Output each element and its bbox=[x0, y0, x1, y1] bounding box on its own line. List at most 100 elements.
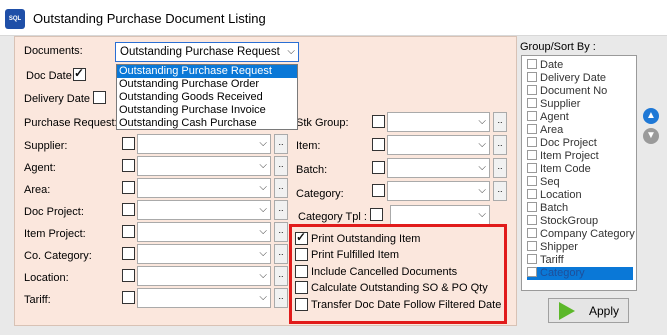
stk-group-label: Stk Group: bbox=[296, 117, 349, 129]
co-category-select[interactable]: ⌵ bbox=[137, 244, 271, 264]
list-item[interactable]: Batch bbox=[527, 202, 568, 215]
batch-checkbox[interactable] bbox=[372, 161, 385, 174]
area-browse-button[interactable]: .. bbox=[274, 178, 288, 198]
list-item[interactable]: Agent bbox=[527, 111, 569, 124]
apply-label: Apply bbox=[589, 304, 620, 318]
group-sort-list[interactable]: Date Delivery Date Document No Supplier … bbox=[521, 55, 637, 291]
location-checkbox[interactable] bbox=[122, 269, 135, 282]
delivery-date-checkbox[interactable] bbox=[93, 91, 106, 104]
highlight-box bbox=[289, 224, 507, 324]
area-checkbox[interactable] bbox=[122, 181, 135, 194]
chevron-down-icon[interactable]: ⌵ bbox=[259, 292, 267, 303]
chevron-down-icon[interactable]: ⌵ bbox=[478, 185, 486, 196]
chevron-down-icon[interactable]: ⌵ bbox=[259, 138, 267, 149]
doc-project-select[interactable]: ⌵ bbox=[137, 200, 271, 220]
chevron-down-icon[interactable]: ⌵ bbox=[259, 160, 267, 171]
agent-select[interactable]: ⌵ bbox=[137, 156, 271, 176]
category-tpl-checkbox[interactable] bbox=[370, 208, 383, 221]
stk-group-select[interactable]: ⌵ bbox=[387, 112, 490, 132]
chevron-down-icon[interactable]: ⌵ bbox=[478, 162, 486, 173]
category-tpl-select[interactable]: ⌵ bbox=[390, 205, 490, 225]
list-item[interactable]: Doc Project bbox=[527, 137, 597, 150]
co-category-checkbox[interactable] bbox=[122, 247, 135, 260]
location-browse-button[interactable]: .. bbox=[274, 266, 288, 286]
chevron-down-icon[interactable]: ⌵ bbox=[478, 139, 486, 150]
documents-dropdown: Outstanding Purchase Request Outstanding… bbox=[116, 64, 298, 130]
item-checkbox[interactable] bbox=[372, 138, 385, 151]
tariff-browse-button[interactable]: .. bbox=[274, 288, 288, 308]
list-item[interactable]: Shipper bbox=[527, 241, 578, 254]
list-item[interactable]: StockGroup bbox=[527, 215, 598, 228]
stk-group-checkbox[interactable] bbox=[372, 115, 385, 128]
delivery-date-label: Delivery Date bbox=[24, 93, 91, 105]
tariff-select[interactable]: ⌵ bbox=[137, 288, 271, 308]
agent-browse-button[interactable]: .. bbox=[274, 156, 288, 176]
list-item[interactable]: Category bbox=[527, 267, 633, 280]
list-item[interactable]: Company Category bbox=[527, 228, 635, 241]
move-up-icon[interactable]: ▲ bbox=[643, 108, 659, 124]
dropdown-option[interactable]: Outstanding Purchase Order bbox=[117, 78, 297, 91]
co-category-browse-button[interactable]: .. bbox=[274, 244, 288, 264]
list-item[interactable]: Document No bbox=[527, 85, 607, 98]
chevron-down-icon[interactable]: ⌵ bbox=[259, 226, 267, 237]
move-down-icon[interactable]: ▼ bbox=[643, 128, 659, 144]
location-select[interactable]: ⌵ bbox=[137, 266, 271, 286]
supplier-browse-button[interactable]: .. bbox=[274, 134, 288, 154]
documents-value: Outstanding Purchase Request bbox=[120, 46, 280, 58]
chevron-down-icon[interactable]: ⌵ bbox=[478, 116, 486, 127]
chevron-down-icon[interactable]: ⌵ bbox=[287, 46, 295, 57]
supplier-checkbox[interactable] bbox=[122, 137, 135, 150]
item-browse-button[interactable]: .. bbox=[493, 135, 507, 155]
chevron-down-icon[interactable]: ⌵ bbox=[259, 248, 267, 259]
tariff-checkbox[interactable] bbox=[122, 291, 135, 304]
location-label: Location: bbox=[24, 272, 69, 284]
item-label: Item: bbox=[296, 140, 321, 152]
apply-button[interactable]: Apply bbox=[548, 298, 629, 323]
chevron-down-icon[interactable]: ⌵ bbox=[259, 204, 267, 215]
area-label: Area: bbox=[24, 184, 51, 196]
item-select[interactable]: ⌵ bbox=[387, 135, 490, 155]
category-tpl-label: Category Tpl : bbox=[298, 211, 367, 223]
list-item[interactable]: Item Code bbox=[527, 163, 591, 176]
dropdown-option[interactable]: Outstanding Purchase Invoice bbox=[117, 104, 297, 117]
dropdown-option[interactable]: Outstanding Goods Received bbox=[117, 91, 297, 104]
item-project-browse-button[interactable]: .. bbox=[274, 222, 288, 242]
dropdown-option[interactable]: Outstanding Cash Purchase bbox=[117, 117, 297, 130]
chevron-down-icon[interactable]: ⌵ bbox=[259, 182, 267, 193]
category-browse-button[interactable]: .. bbox=[493, 181, 507, 201]
list-item[interactable]: Tariff bbox=[527, 254, 564, 267]
purchase-request-label: Purchase Request: bbox=[24, 117, 118, 129]
item-project-select[interactable]: ⌵ bbox=[137, 222, 271, 242]
batch-select[interactable]: ⌵ bbox=[387, 158, 490, 178]
list-item[interactable]: Supplier bbox=[527, 98, 580, 111]
area-select[interactable]: ⌵ bbox=[137, 178, 271, 198]
tariff-label: Tariff: bbox=[24, 294, 51, 306]
list-item[interactable]: Date bbox=[527, 59, 563, 72]
doc-date-checkbox[interactable] bbox=[73, 66, 86, 81]
title-bar: SQL Outstanding Purchase Document Listin… bbox=[0, 0, 667, 36]
item-project-checkbox[interactable] bbox=[122, 225, 135, 238]
agent-checkbox[interactable] bbox=[122, 159, 135, 172]
play-icon bbox=[559, 302, 575, 320]
doc-project-checkbox[interactable] bbox=[122, 203, 135, 216]
doc-project-browse-button[interactable]: .. bbox=[274, 200, 288, 220]
chevron-down-icon[interactable]: ⌵ bbox=[478, 209, 486, 220]
list-item[interactable]: Seq bbox=[527, 176, 560, 189]
list-item[interactable]: Delivery Date bbox=[527, 72, 606, 85]
co-category-label: Co. Category: bbox=[24, 250, 92, 262]
documents-select[interactable]: Outstanding Purchase Request ⌵ bbox=[115, 42, 299, 62]
category-checkbox[interactable] bbox=[372, 184, 385, 197]
supplier-select[interactable]: ⌵ bbox=[137, 134, 271, 154]
window-title: Outstanding Purchase Document Listing bbox=[33, 11, 266, 26]
list-item[interactable]: Item Project bbox=[527, 150, 599, 163]
list-item[interactable]: Location bbox=[527, 189, 582, 202]
chevron-down-icon[interactable]: ⌵ bbox=[259, 270, 267, 281]
batch-label: Batch: bbox=[296, 164, 328, 176]
stk-group-browse-button[interactable]: .. bbox=[493, 112, 507, 132]
item-project-label: Item Project: bbox=[24, 228, 86, 240]
list-item[interactable]: Area bbox=[527, 124, 563, 137]
category-select[interactable]: ⌵ bbox=[387, 181, 490, 201]
batch-browse-button[interactable]: .. bbox=[493, 158, 507, 178]
supplier-label: Supplier: bbox=[24, 140, 68, 152]
dropdown-option[interactable]: Outstanding Purchase Request bbox=[117, 65, 297, 78]
